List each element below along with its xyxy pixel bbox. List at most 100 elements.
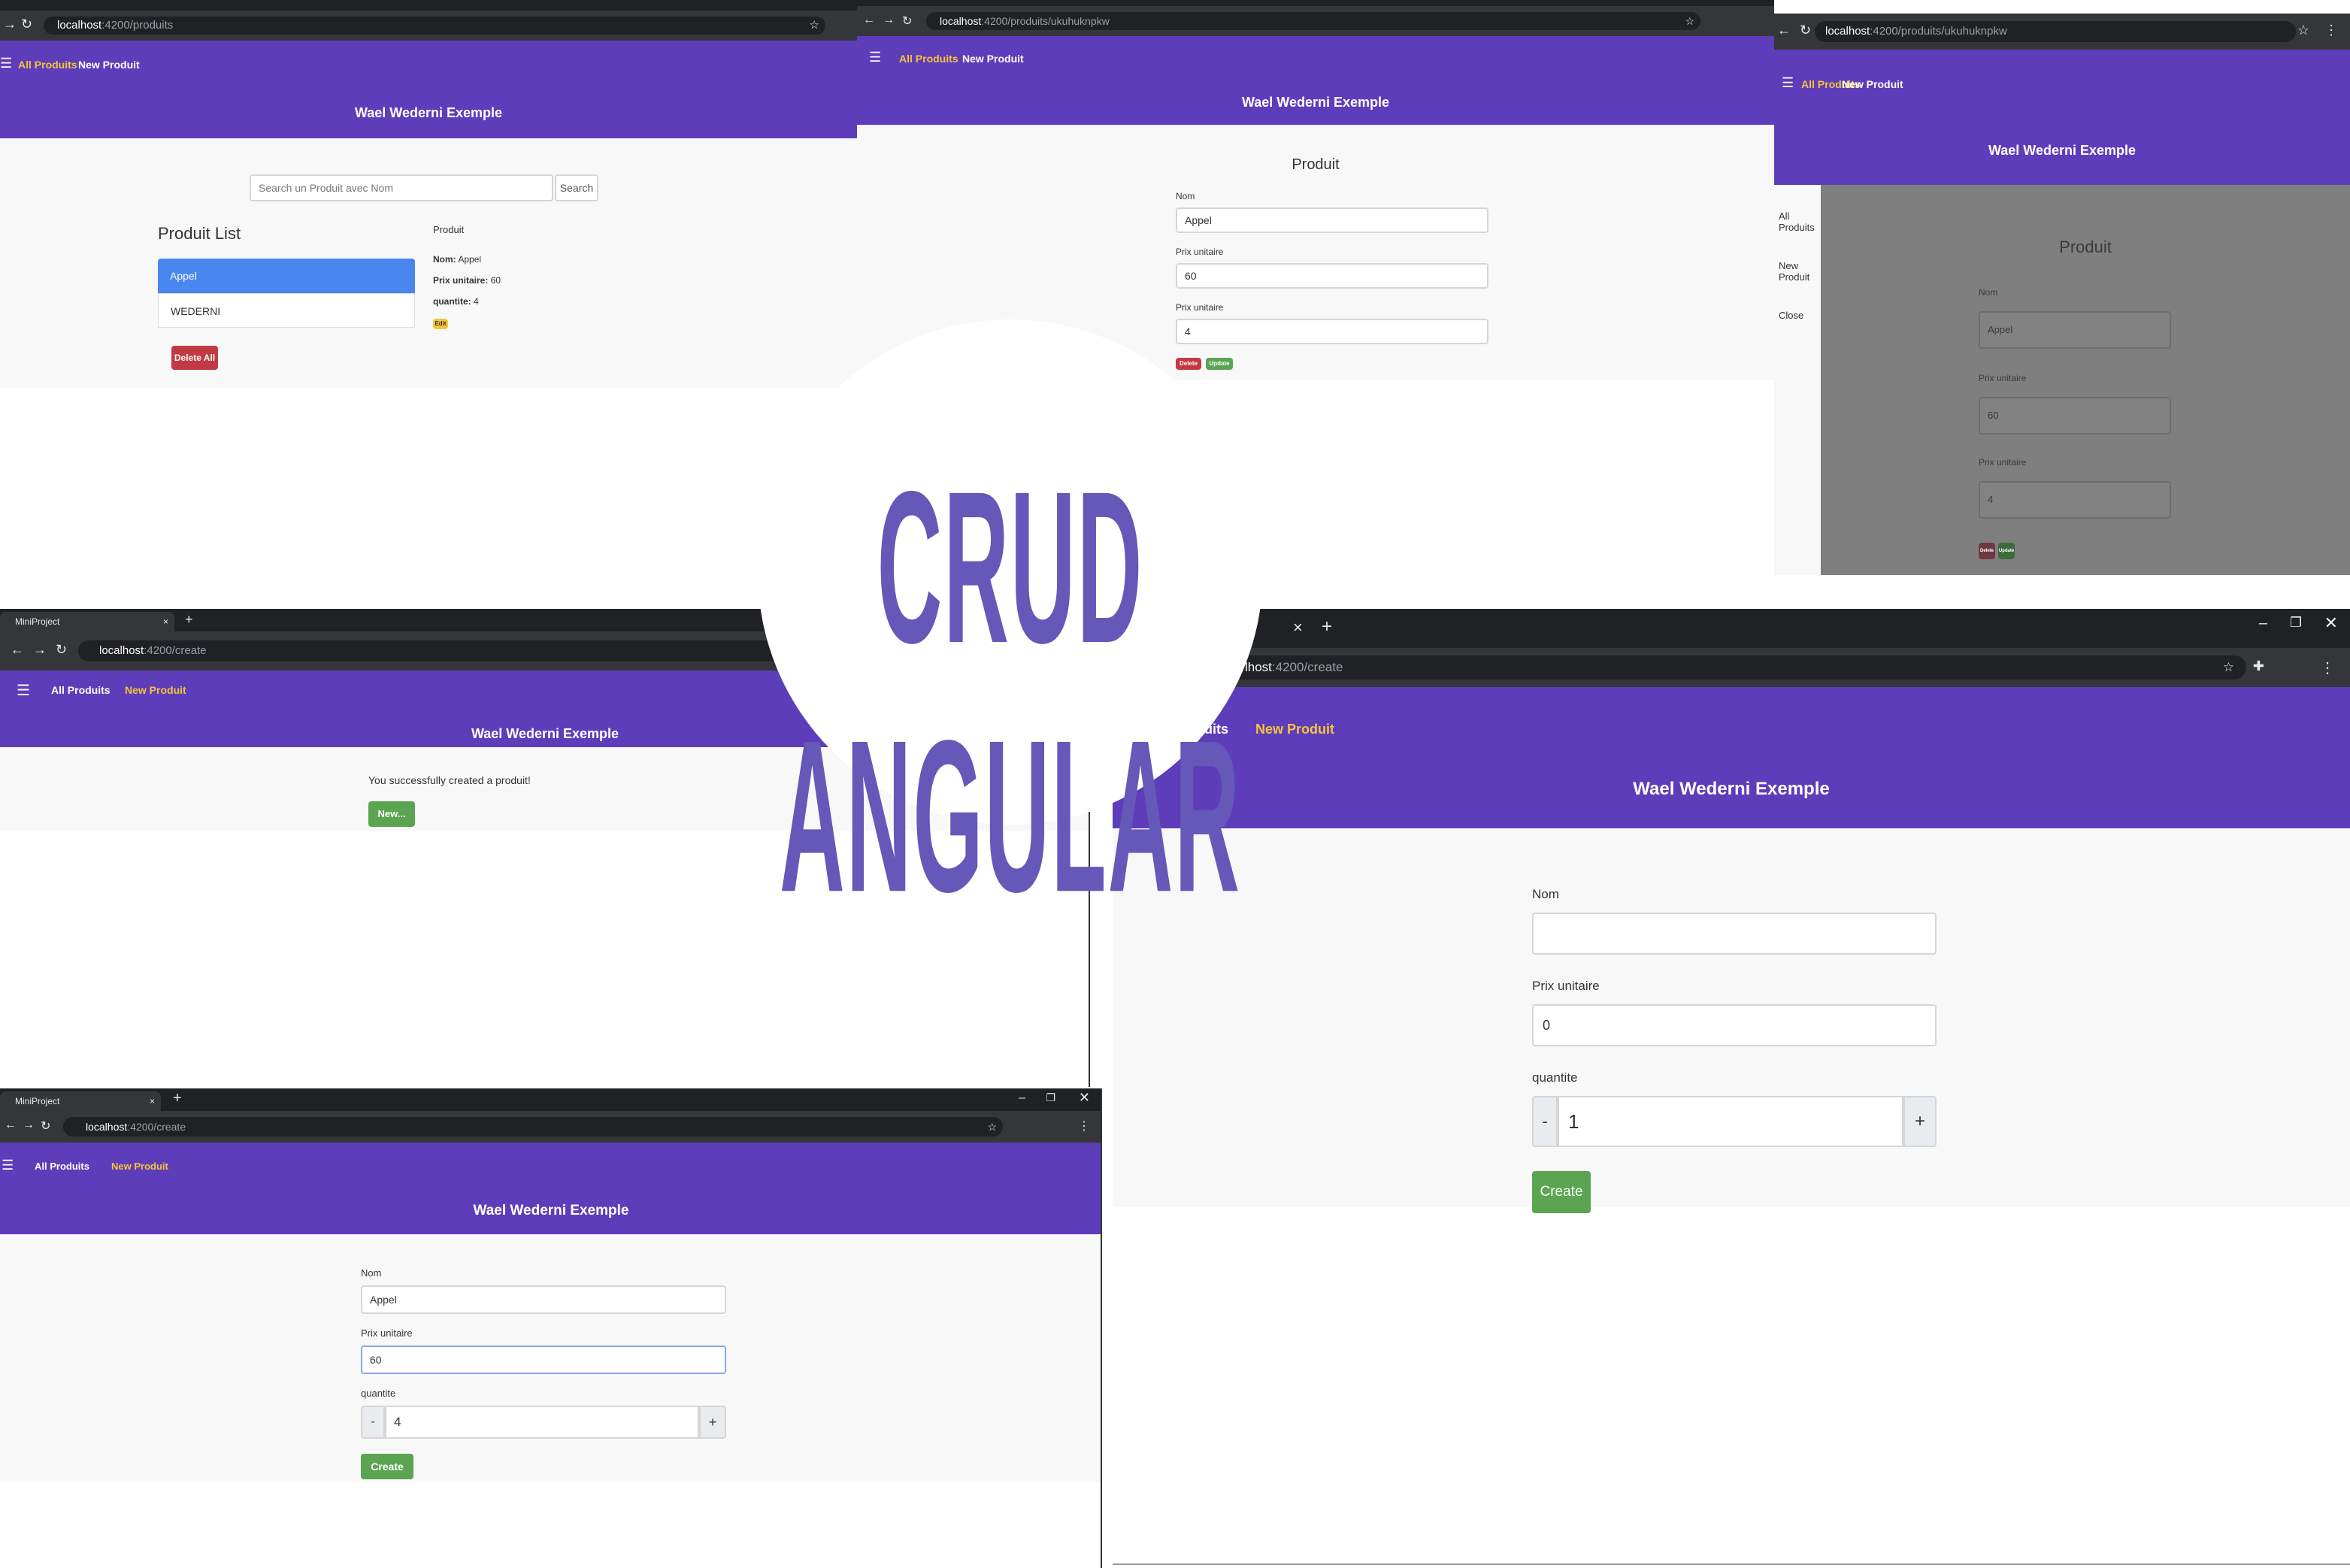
- nav-all-produits[interactable]: All Produits: [18, 59, 77, 71]
- close-icon[interactable]: ×: [163, 612, 168, 631]
- restore-icon[interactable]: ❐: [2290, 615, 2302, 631]
- hamburger-icon[interactable]: ☰: [17, 681, 30, 700]
- hamburger-icon[interactable]: ☰: [1782, 75, 1794, 91]
- delete-button[interactable]: Delete: [1979, 543, 1995, 559]
- back-arrow-icon[interactable]: →: [3, 17, 17, 32]
- url-field[interactable]: localhost:4200/produits ☆: [44, 17, 825, 35]
- star-icon[interactable]: ☆: [810, 17, 819, 35]
- nav-new-produit[interactable]: New Produit: [1255, 722, 1334, 737]
- browser-tab[interactable]: MiniProject ×: [0, 1091, 161, 1111]
- back-arrow-icon[interactable]: ←: [5, 1118, 17, 1132]
- reload-icon[interactable]: ↻: [41, 1118, 50, 1134]
- nav-new-produit[interactable]: New Produit: [962, 53, 1024, 65]
- sidenav-item-close[interactable]: Close: [1779, 310, 1803, 321]
- produit-list-title: Produit List: [158, 224, 241, 243]
- back-arrow-icon[interactable]: ←: [11, 642, 24, 658]
- star-icon[interactable]: ☆: [2223, 655, 2234, 680]
- nom-field[interactable]: Appel: [1176, 207, 1488, 233]
- hamburger-icon[interactable]: ☰: [2, 1158, 14, 1173]
- restore-icon[interactable]: ❐: [1046, 1091, 1055, 1104]
- more-vertical-icon[interactable]: ⋮: [2320, 658, 2342, 677]
- create-button[interactable]: Create: [1532, 1171, 1591, 1213]
- star-icon[interactable]: ☆: [2297, 23, 2317, 38]
- minimize-icon[interactable]: –: [2259, 615, 2267, 632]
- star-icon[interactable]: ☆: [987, 1117, 997, 1137]
- quantite-field[interactable]: 4: [1176, 319, 1488, 344]
- quantite-field[interactable]: 4: [1979, 481, 2171, 519]
- back-arrow-icon[interactable]: ←: [863, 14, 875, 27]
- quantite-increment-button[interactable]: +: [699, 1406, 726, 1439]
- reload-icon[interactable]: ↻: [56, 642, 67, 658]
- search-input[interactable]: Search un Produit avec Nom: [250, 174, 553, 201]
- more-vertical-icon[interactable]: ⋮: [2324, 23, 2345, 38]
- quantite-field[interactable]: 1: [1558, 1096, 1903, 1147]
- content-area: Nom Prix unitaire 0 quantite - 1 + Creat…: [1113, 828, 2350, 1213]
- prix-field[interactable]: 60: [1979, 397, 2171, 434]
- close-icon[interactable]: ×: [150, 1091, 155, 1111]
- browser-tab[interactable]: MiniProject ×: [0, 612, 174, 631]
- nav-new-produit[interactable]: New Produit: [125, 684, 186, 696]
- url-field[interactable]: localhost:4200/produits/ukuhuknpkw: [1815, 21, 2296, 42]
- plus-icon[interactable]: +: [173, 1090, 182, 1107]
- navbar: uits New Produit Wael Wederni Exemple: [1113, 687, 2350, 828]
- forward-arrow-icon[interactable]: →: [23, 1118, 35, 1132]
- star-icon[interactable]: ☆: [1685, 12, 1694, 30]
- address-bar: → ↻ localhost:4200/produits ☆: [0, 11, 857, 41]
- prix-field[interactable]: 0: [1532, 1004, 1937, 1046]
- nav-new-produit[interactable]: New Produit: [111, 1161, 168, 1172]
- update-button[interactable]: Update: [1206, 358, 1233, 370]
- forward-arrow-icon[interactable]: →: [33, 642, 47, 658]
- back-arrow-icon[interactable]: ←: [1777, 23, 1791, 38]
- divider: [1113, 1563, 2350, 1565]
- nav-all-produits[interactable]: All Produits: [35, 1161, 89, 1172]
- reload-icon[interactable]: ↻: [902, 14, 912, 29]
- detail-quantite: quantite: 4: [433, 296, 479, 307]
- nav-new-produit[interactable]: New Produit: [78, 59, 140, 71]
- hamburger-icon[interactable]: ☰: [869, 50, 881, 65]
- nom-field[interactable]: [1532, 913, 1937, 955]
- nom-field[interactable]: Appel: [361, 1285, 726, 1314]
- search-button[interactable]: Search: [555, 174, 598, 201]
- reload-icon[interactable]: ↻: [21, 17, 32, 32]
- url-field[interactable]: lhost:4200/create ☆: [1113, 655, 2246, 680]
- plus-icon[interactable]: +: [1322, 616, 1332, 637]
- nav-all-produits[interactable]: All Produits: [51, 684, 111, 696]
- quantite-decrement-button[interactable]: -: [1532, 1096, 1558, 1147]
- nom-label: Nom: [1176, 191, 1195, 201]
- nom-field[interactable]: Appel: [1979, 311, 2171, 349]
- delete-all-button[interactable]: Delete All: [171, 346, 218, 370]
- prix-field[interactable]: 60: [361, 1346, 726, 1374]
- hamburger-icon[interactable]: ☰: [0, 56, 12, 71]
- quantite-field[interactable]: 4: [385, 1406, 699, 1439]
- delete-button[interactable]: Delete: [1176, 358, 1201, 370]
- quantite-decrement-button[interactable]: -: [361, 1406, 385, 1439]
- close-icon[interactable]: ×: [1293, 618, 1303, 637]
- address-bar: ← ↻ localhost:4200/produits/ukuhuknpkw ☆…: [1774, 14, 2350, 50]
- forward-arrow-icon[interactable]: →: [883, 14, 895, 27]
- close-icon[interactable]: ✕: [2324, 613, 2338, 633]
- reload-icon[interactable]: ↻: [1800, 23, 1811, 38]
- nav-all-produits[interactable]: All Produits: [899, 53, 958, 65]
- more-vertical-icon[interactable]: ⋮: [1078, 1118, 1098, 1134]
- backdrop[interactable]: Produit Nom Appel Prix unitaire 60 Prix …: [1821, 185, 2350, 575]
- url-field[interactable]: localhost:4200/produits/ukuhuknpkw ☆: [926, 12, 1700, 30]
- puzzle-icon[interactable]: ✚: [2253, 658, 2272, 674]
- update-button[interactable]: Update: [1998, 543, 2015, 559]
- new-button[interactable]: New...: [368, 801, 415, 827]
- nav-new-produit[interactable]: New Produit: [1842, 78, 1903, 90]
- sidenav-item-new-produit[interactable]: New Produit: [1779, 260, 1821, 283]
- form-heading: Produit: [2059, 238, 2112, 256]
- list-item[interactable]: WEDERNI: [158, 293, 415, 328]
- close-icon[interactable]: ✕: [1079, 1090, 1090, 1106]
- quantite-increment-button[interactable]: +: [1903, 1096, 1937, 1147]
- plus-icon[interactable]: +: [185, 612, 193, 628]
- panel-create-form-small: MiniProject × + – ❐ ✕ ← → ↻ localhost:42…: [0, 1088, 1102, 1568]
- minimize-icon[interactable]: –: [1019, 1091, 1025, 1105]
- sidenav-item-all-produits[interactable]: All Produits: [1779, 210, 1821, 233]
- create-button[interactable]: Create: [361, 1454, 413, 1479]
- list-item[interactable]: Appel: [158, 259, 415, 293]
- prix-label: Prix unitaire: [361, 1327, 413, 1339]
- edit-badge[interactable]: Edit: [433, 319, 448, 329]
- prix-field[interactable]: 60: [1176, 263, 1488, 289]
- url-field[interactable]: localhost:4200/create ☆: [63, 1117, 1003, 1137]
